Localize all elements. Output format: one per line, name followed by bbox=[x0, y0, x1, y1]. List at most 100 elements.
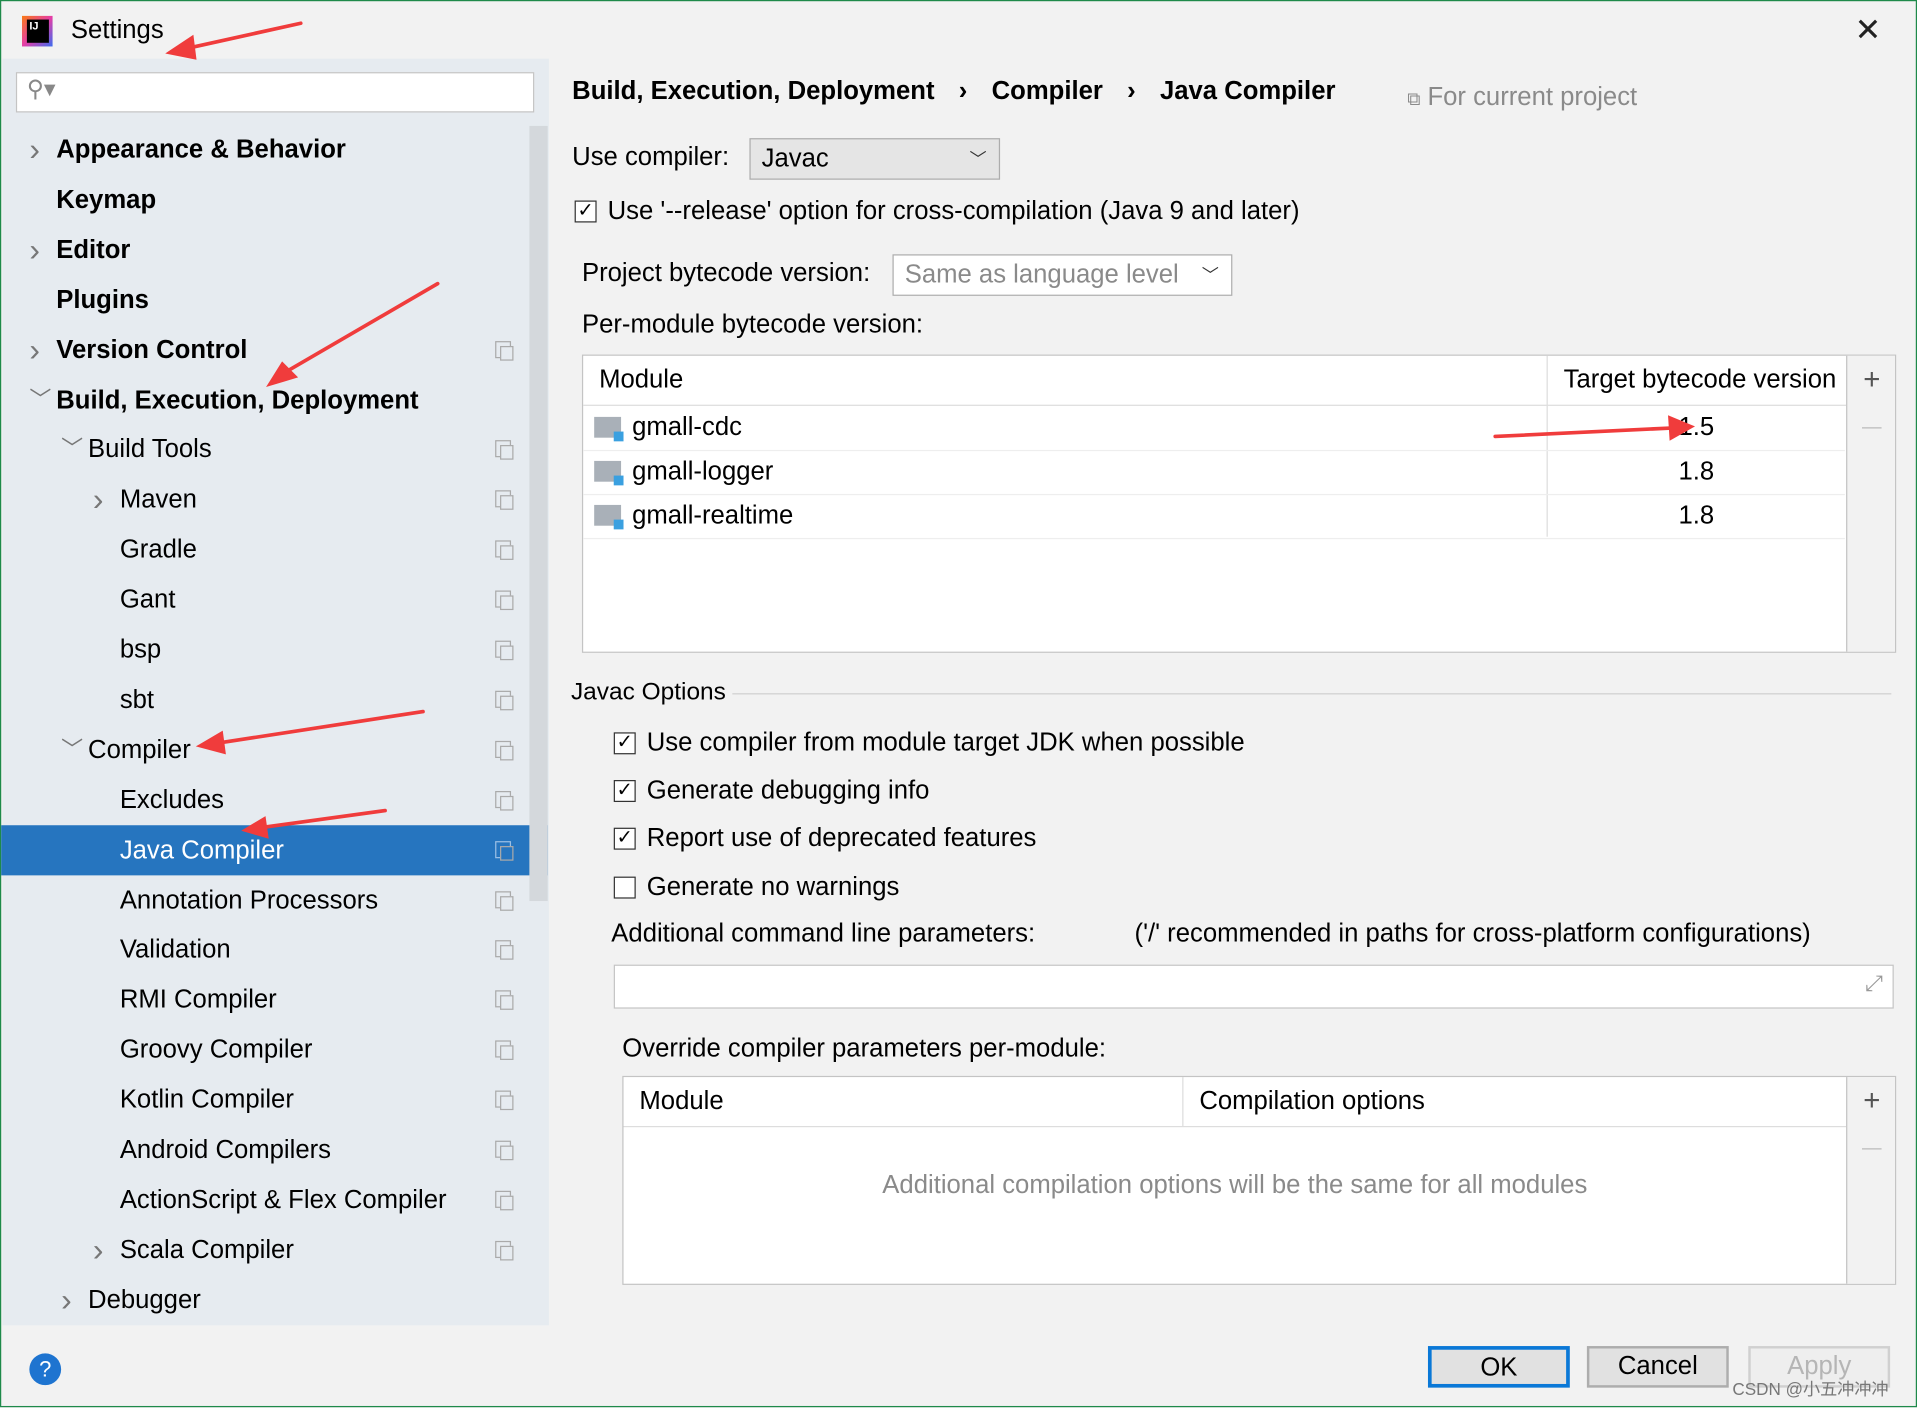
sidebar-item[interactable]: ﹀ Build Tools bbox=[1, 425, 547, 475]
sidebar-item[interactable]: Excludes bbox=[1, 775, 547, 825]
sidebar-item[interactable]: › Scala Compiler bbox=[1, 1225, 547, 1275]
chevron-down-icon: ﹀ bbox=[969, 149, 987, 169]
sidebar-item-label: Gradle bbox=[119, 535, 197, 564]
javac-option-checkbox[interactable]: ✓ bbox=[613, 827, 636, 850]
project-scope-icon: ⧉ bbox=[1407, 89, 1421, 111]
sidebar-item[interactable]: Plugins bbox=[1, 275, 547, 325]
header-divider bbox=[623, 1125, 1847, 1128]
chevron-down-icon[interactable]: ﹀ bbox=[61, 425, 83, 475]
sidebar-item[interactable]: Android Compilers bbox=[1, 1125, 547, 1175]
sidebar-item-label: Editor bbox=[56, 235, 131, 264]
sidebar-item[interactable]: RMI Compiler bbox=[1, 975, 547, 1025]
table-row[interactable]: gmall-cdc 1.5 bbox=[583, 406, 1847, 452]
project-scope-icon bbox=[495, 590, 514, 611]
search-input[interactable]: ⚲▾ bbox=[15, 72, 535, 113]
project-scope-icon bbox=[495, 1090, 514, 1111]
javac-option-label: Report use of deprecated features bbox=[646, 824, 1037, 853]
breadcrumb-item[interactable]: Build, Execution, Deployment bbox=[572, 77, 934, 105]
sidebar-item[interactable]: › Debugger bbox=[1, 1275, 547, 1325]
sidebar-item-label: Android Compilers bbox=[119, 1135, 332, 1164]
sidebar-item[interactable]: ﹀ Build, Execution, Deployment bbox=[1, 375, 547, 425]
column-header-module[interactable]: Module bbox=[599, 366, 683, 395]
section-divider bbox=[732, 693, 1892, 695]
project-scope-icon bbox=[495, 440, 514, 461]
javac-option-checkbox[interactable]: ✓ bbox=[613, 732, 636, 755]
target-version[interactable]: 1.8 bbox=[1547, 450, 1847, 494]
sidebar-item-label: Validation bbox=[119, 935, 231, 964]
sidebar-item[interactable]: sbt bbox=[1, 675, 547, 725]
sidebar-item[interactable]: Java Compiler bbox=[1, 824, 548, 875]
params-input[interactable]: ⤢ bbox=[613, 964, 1894, 1009]
help-icon: ? bbox=[39, 1357, 52, 1382]
help-button[interactable]: ? bbox=[29, 1353, 62, 1386]
column-header-module[interactable]: Module bbox=[639, 1087, 723, 1116]
sidebar-item-label: Scala Compiler bbox=[119, 1235, 294, 1264]
chevron-right-icon[interactable]: › bbox=[93, 475, 104, 525]
breadcrumb-item: Java Compiler bbox=[1159, 77, 1336, 106]
sidebar-item[interactable]: Kotlin Compiler bbox=[1, 1075, 547, 1125]
sidebar-item-label: Keymap bbox=[56, 185, 157, 214]
project-scope-icon bbox=[495, 1240, 514, 1261]
sidebar-item[interactable]: Gradle bbox=[1, 525, 547, 575]
table-row[interactable]: gmall-logger 1.8 bbox=[583, 450, 1847, 496]
chevron-down-icon[interactable]: ﹀ bbox=[61, 725, 83, 775]
chevron-right-icon[interactable]: › bbox=[29, 125, 40, 175]
sidebar-item[interactable]: › Version Control bbox=[1, 325, 547, 375]
scope-indicator: ⧉ For current project bbox=[1407, 83, 1637, 112]
chevron-right-icon[interactable]: › bbox=[29, 225, 40, 275]
sidebar-item[interactable]: Validation bbox=[1, 925, 547, 975]
sidebar-item-label: Gant bbox=[119, 585, 176, 614]
column-header-options[interactable]: Compilation options bbox=[1199, 1087, 1424, 1116]
project-bytecode-value: Same as language level bbox=[904, 260, 1179, 289]
chevron-right-icon[interactable]: › bbox=[61, 1275, 72, 1325]
add-icon[interactable]: + bbox=[1847, 1084, 1896, 1118]
sidebar-item-label: sbt bbox=[119, 685, 155, 714]
release-option-checkbox[interactable]: ✓ bbox=[574, 200, 597, 223]
empty-table-text: Additional compilation options will be t… bbox=[882, 1171, 1588, 1200]
column-header-target[interactable]: Target bytecode version bbox=[1564, 366, 1837, 395]
sidebar-item[interactable]: bsp bbox=[1, 625, 547, 675]
release-option-label: Use '--release' option for cross-compila… bbox=[607, 196, 1300, 225]
cancel-button[interactable]: Cancel bbox=[1586, 1346, 1729, 1388]
params-label: Additional command line parameters: bbox=[611, 919, 1036, 948]
sidebar-item[interactable]: › Appearance & Behavior bbox=[1, 125, 547, 175]
chevron-down-icon: ﹀ bbox=[1201, 265, 1219, 285]
javac-option-checkbox[interactable]: ✓ bbox=[613, 780, 636, 803]
ok-button[interactable]: OK bbox=[1427, 1346, 1570, 1388]
add-icon[interactable]: + bbox=[1847, 363, 1896, 397]
sidebar-item[interactable]: › Maven bbox=[1, 475, 547, 525]
sidebar-item-label: Compiler bbox=[88, 735, 191, 764]
chevron-right-icon[interactable]: › bbox=[93, 1225, 104, 1275]
sidebar-item-label: Version Control bbox=[56, 335, 248, 364]
chevron-down-icon[interactable]: ﹀ bbox=[29, 375, 51, 425]
sidebar-item[interactable]: Gant bbox=[1, 575, 547, 625]
target-version[interactable]: 1.5 bbox=[1547, 406, 1847, 450]
override-table: Module Compilation options Additional co… bbox=[622, 1075, 1897, 1285]
remove-icon[interactable]: — bbox=[1847, 417, 1896, 439]
javac-option-label: Generate debugging info bbox=[646, 776, 930, 805]
target-version[interactable]: 1.8 bbox=[1547, 494, 1847, 538]
sidebar-item-label: Build, Execution, Deployment bbox=[56, 385, 419, 414]
sidebar-item-label: bsp bbox=[119, 635, 162, 664]
project-bytecode-dropdown[interactable]: Same as language level ﹀ bbox=[892, 254, 1233, 296]
project-bytecode-label: Project bytecode version: bbox=[581, 259, 871, 288]
breadcrumb-separator: › bbox=[1127, 77, 1136, 106]
project-scope-icon bbox=[495, 490, 514, 511]
table-row[interactable]: gmall-realtime 1.8 bbox=[583, 494, 1847, 540]
expand-icon[interactable]: ⤢ bbox=[1865, 971, 1883, 997]
module-folder-icon bbox=[594, 504, 624, 530]
close-icon[interactable]: ✕ bbox=[1855, 11, 1882, 49]
sidebar-item[interactable]: › Editor bbox=[1, 225, 547, 275]
breadcrumb-item[interactable]: Compiler bbox=[992, 77, 1103, 105]
chevron-right-icon[interactable]: › bbox=[29, 325, 40, 375]
column-divider bbox=[1182, 1077, 1184, 1126]
compiler-dropdown[interactable]: Javac ﹀ bbox=[749, 138, 1001, 180]
remove-icon[interactable]: — bbox=[1847, 1138, 1896, 1160]
sidebar-item[interactable]: Keymap bbox=[1, 175, 547, 225]
javac-option-checkbox[interactable] bbox=[613, 876, 636, 899]
sidebar-scrollbar[interactable] bbox=[529, 125, 548, 902]
sidebar-item[interactable]: ActionScript & Flex Compiler bbox=[1, 1175, 547, 1225]
sidebar-item[interactable]: Groovy Compiler bbox=[1, 1025, 547, 1075]
sidebar-item[interactable]: Annotation Processors bbox=[1, 875, 547, 925]
sidebar-item[interactable]: ﹀ Compiler bbox=[1, 725, 547, 775]
